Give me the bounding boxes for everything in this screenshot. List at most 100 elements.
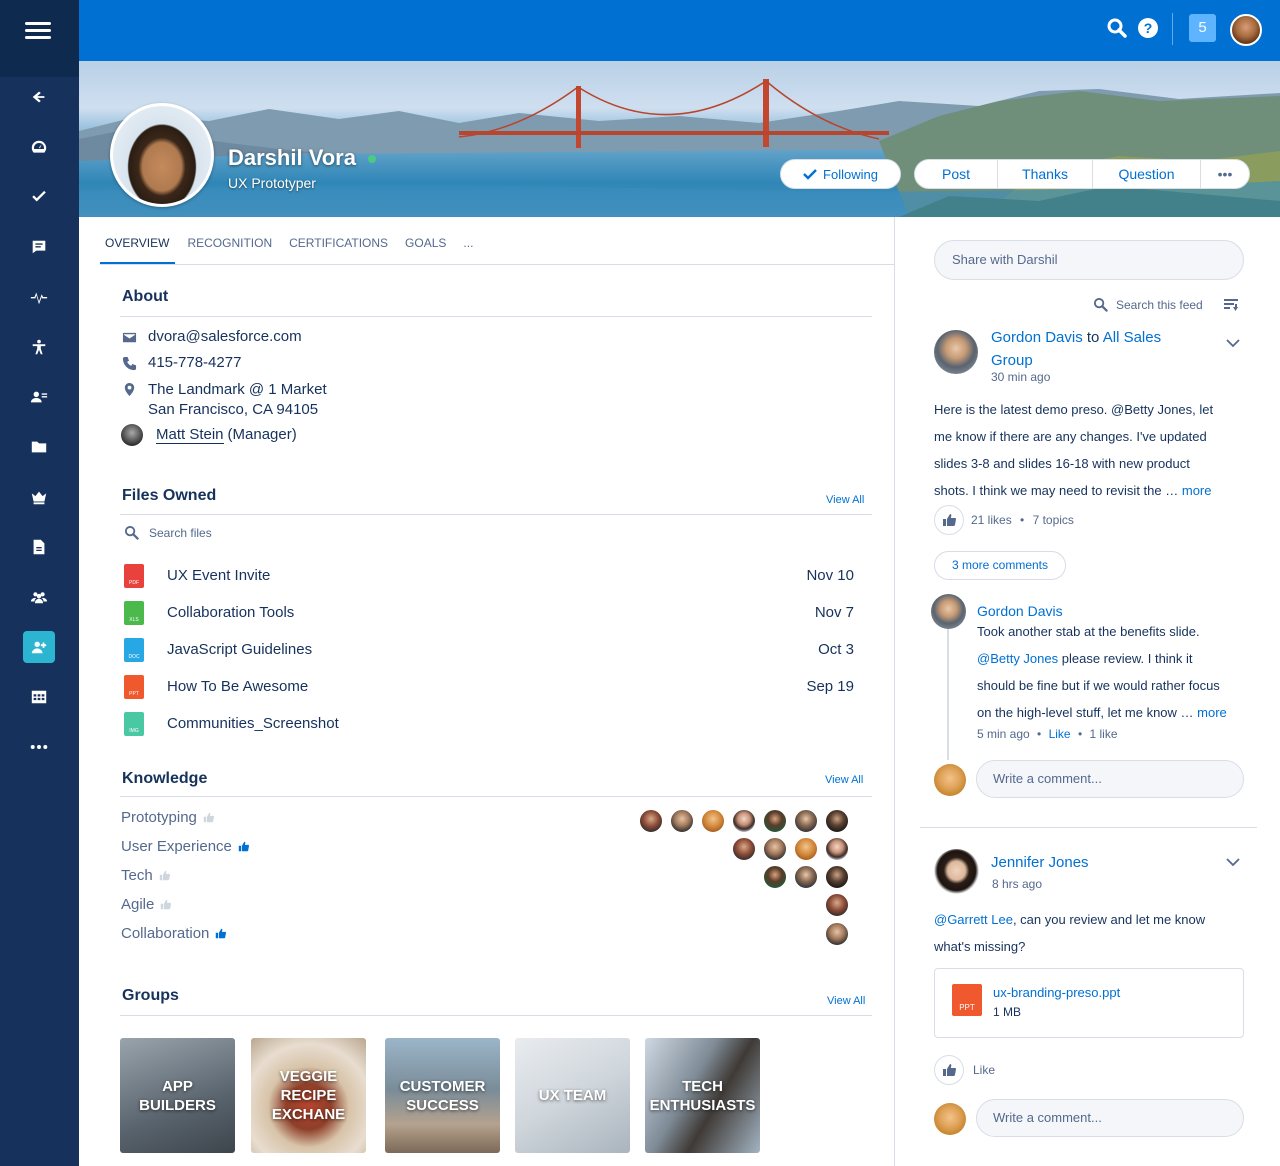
folder-icon[interactable] [23,431,55,463]
feed-icon[interactable] [23,231,55,263]
more-comments-button[interactable]: 3 more comments [934,551,1066,580]
endorser-avatar[interactable] [670,809,694,833]
file-name-link[interactable]: How To Be Awesome [167,678,308,695]
knowledge-topic[interactable]: Tech [121,867,170,884]
calendar-grid-icon[interactable] [23,681,55,713]
post-target-link[interactable]: All Sales [1103,329,1161,346]
group-tile-tech-enthusiasts[interactable]: TECH ENTHUSIASTS [645,1038,760,1153]
post-mention-link[interactable]: @Garrett Lee [934,912,1013,927]
files-search[interactable]: Search files [124,525,212,540]
file-row[interactable]: PDF UX Event Invite Nov 10 [124,564,854,588]
post-author-link[interactable]: Gordon Davis [991,329,1083,346]
knowledge-topic-label[interactable]: Tech [121,867,153,884]
endorser-avatar[interactable] [763,865,787,889]
thanks-button[interactable]: Thanks [998,160,1093,188]
attachment-card[interactable]: PPT ux-branding-preso.ppt 1 MB [934,968,1244,1038]
endorser-avatar[interactable] [825,837,849,861]
chevron-down-icon[interactable] [1226,855,1240,869]
endorser-avatar[interactable] [794,865,818,889]
accessibility-icon[interactable] [23,331,55,363]
knowledge-topic[interactable]: Agile [121,896,172,913]
endorser-avatar[interactable] [794,809,818,833]
email-value[interactable]: dvora@salesforce.com [148,328,302,345]
endorser-avatar[interactable] [763,809,787,833]
group-tile-customer-success[interactable]: CUSTOMER SUCCESS [385,1038,500,1153]
user-avatar[interactable] [1230,14,1262,46]
file-name-link[interactable]: Communities_Screenshot [167,715,339,732]
filter-icon[interactable] [1224,298,1238,312]
chevron-down-icon[interactable] [1226,336,1240,350]
file-row[interactable]: PPT How To Be Awesome Sep 19 [124,675,854,699]
groups-view-all-link[interactable]: View All [827,995,865,1007]
endorse-thumbs-up-icon[interactable] [160,899,172,910]
endorser-avatar[interactable] [825,809,849,833]
dashboard-icon[interactable] [23,131,55,163]
groups-icon[interactable] [23,581,55,613]
profile-photo[interactable] [110,103,214,207]
group-tile-veggie-recipe[interactable]: VEGGIE RECIPE EXCHANE [251,1038,366,1153]
endorser-avatar[interactable] [732,809,756,833]
activity-icon[interactable] [23,281,55,313]
document-icon[interactable] [23,531,55,563]
group-tile-app-builders[interactable]: APP BUILDERS [120,1038,235,1153]
tab-goals[interactable]: GOALS [400,230,458,265]
file-name-link[interactable]: JavaScript Guidelines [167,641,312,658]
endorser-avatar[interactable] [732,837,756,861]
file-row[interactable]: DOC JavaScript Guidelines Oct 3 [124,638,854,662]
post-author-avatar[interactable] [934,330,978,374]
notifications-badge[interactable]: 5 [1189,14,1216,42]
endorse-thumbs-up-icon[interactable] [159,870,170,881]
file-row[interactable]: IMG Communities_Screenshot [124,712,854,736]
help-icon[interactable]: ? [1137,17,1159,39]
post-like-button[interactable] [934,1055,964,1085]
knowledge-topic-label[interactable]: Prototyping [121,809,197,826]
file-name-link[interactable]: Collaboration Tools [167,604,294,621]
endorser-avatar[interactable] [825,893,849,917]
more-actions-button[interactable]: ••• [1201,160,1249,188]
tab-more[interactable]: ... [458,230,485,265]
post-like-label[interactable]: Like [973,1062,995,1078]
crown-icon[interactable] [23,481,55,513]
write-comment-input[interactable]: Write a comment... [976,760,1244,798]
collapse-icon[interactable] [23,81,55,113]
post-more-link[interactable]: more [1182,483,1212,498]
tab-certifications[interactable]: CERTIFICATIONS [284,230,400,265]
post-target-link-line2[interactable]: Group [991,352,1033,369]
post-button[interactable]: Post [915,160,998,188]
endorser-avatar[interactable] [701,809,725,833]
post-author-avatar[interactable] [934,849,979,894]
menu-icon[interactable] [25,22,51,40]
comment-mention-link[interactable]: @Betty Jones [977,651,1058,666]
knowledge-topic[interactable]: Prototyping [121,809,214,826]
endorser-avatar[interactable] [639,809,663,833]
knowledge-topic-label[interactable]: Agile [121,896,154,913]
manager-avatar[interactable] [121,424,143,446]
manager-name-link[interactable]: Matt Stein [156,426,224,444]
comment-like-link[interactable]: Like [1049,727,1071,741]
endorser-avatar[interactable] [825,865,849,889]
profile-icon[interactable] [23,631,55,663]
post-like-button[interactable] [934,505,964,535]
knowledge-topic-label[interactable]: Collaboration [121,925,209,942]
endorse-thumbs-up-icon[interactable] [203,812,214,823]
endorse-thumbs-up-icon[interactable] [215,928,227,939]
tab-recognition[interactable]: RECOGNITION [175,230,284,265]
knowledge-view-all-link[interactable]: View All [825,774,863,786]
knowledge-topic[interactable]: Collaboration [121,925,227,942]
files-view-all-link[interactable]: View All [826,494,864,506]
endorser-avatar[interactable] [794,837,818,861]
comment-author-avatar[interactable] [931,594,966,629]
endorser-avatar[interactable] [763,837,787,861]
contacts-icon[interactable] [23,381,55,413]
file-name-link[interactable]: UX Event Invite [167,567,270,584]
write-comment-input[interactable]: Write a comment... [976,1099,1244,1137]
question-button[interactable]: Question [1093,160,1201,188]
comment-more-link[interactable]: more [1197,705,1227,720]
post-likes-count[interactable]: 21 likes [971,513,1012,527]
knowledge-topic[interactable]: User Experience [121,838,249,855]
following-button[interactable]: Following [780,159,901,189]
group-tile-ux-team[interactable]: UX TEAM [515,1038,630,1153]
endorse-thumbs-up-icon[interactable] [238,841,249,852]
share-input[interactable]: Share with Darshil [934,240,1244,280]
tab-overview[interactable]: OVERVIEW [100,230,176,265]
